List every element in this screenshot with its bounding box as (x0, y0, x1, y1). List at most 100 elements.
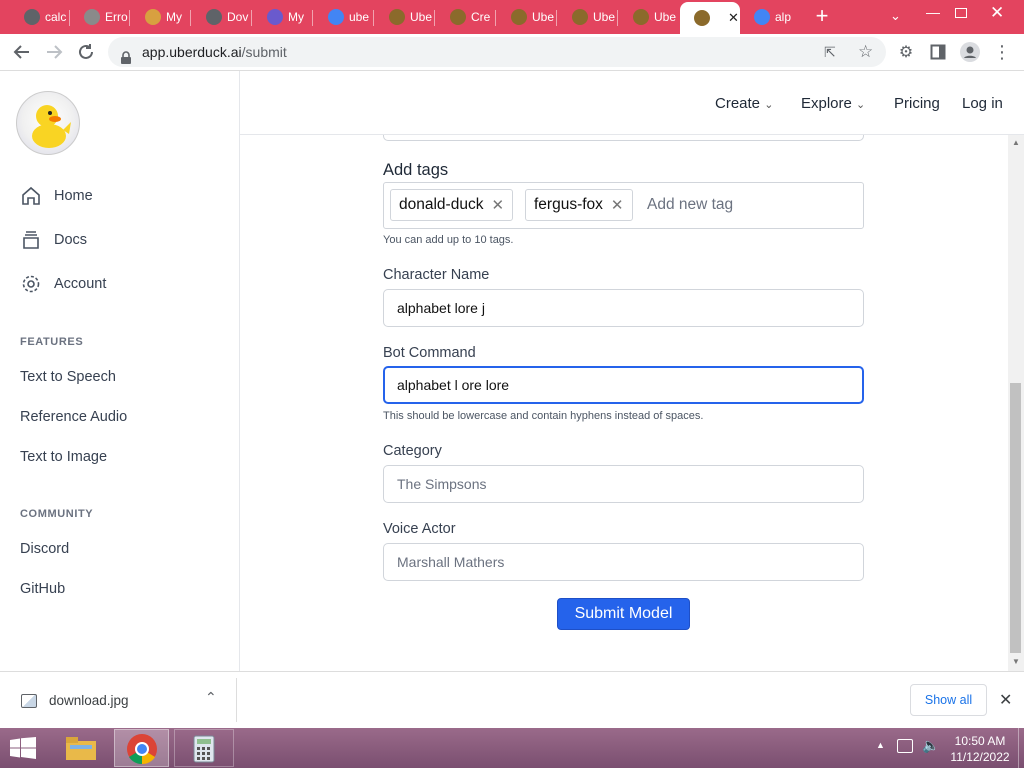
tab-favicon-icon (511, 9, 527, 25)
share-icon[interactable]: ⇱ (824, 37, 836, 67)
minimize-button[interactable]: — (926, 4, 940, 20)
nav-create[interactable]: Create ⌄ (715, 95, 773, 112)
sidebar-item-label: Home (54, 188, 93, 204)
tab-separator (556, 10, 557, 26)
close-icon[interactable]: ✕ (491, 196, 504, 214)
bot-command-hint: This should be lowercase and contain hyp… (383, 410, 704, 422)
tab-label: alp (775, 10, 792, 24)
tab-separator (495, 10, 496, 26)
sidebar-item-reference-audio[interactable]: Reference Audio (20, 409, 127, 425)
taskbar-clock[interactable]: 10:50 AM 11/12/2022 (950, 733, 1010, 765)
browser-tab[interactable]: Ube (558, 4, 616, 30)
address-bar[interactable]: app.uberduck.ai/submit ⇱ ☆ (108, 37, 886, 67)
close-tab-icon[interactable]: ✕ (728, 10, 739, 26)
browser-tab[interactable]: My (253, 4, 311, 30)
sidebar-item-label: Account (54, 276, 107, 292)
sidebar-item-github[interactable]: GitHub (20, 581, 65, 597)
close-downloads-icon[interactable]: ✕ (999, 690, 1012, 710)
tab-label: Ube (654, 10, 677, 24)
reload-icon[interactable] (76, 42, 96, 62)
chevron-down-icon: ⌄ (764, 99, 774, 111)
nav-pricing[interactable]: Pricing (894, 95, 940, 112)
browser-tab[interactable]: calc (10, 4, 68, 30)
nav-login[interactable]: Log in (962, 95, 1003, 112)
chrome-taskbar-icon[interactable] (114, 729, 169, 767)
gear-icon (22, 275, 40, 293)
tab-favicon-icon (84, 9, 100, 25)
tag-input-placeholder[interactable]: Add new tag (647, 196, 733, 214)
submit-form: Add tags donald-duck ✕ fergus-fox ✕ Add … (240, 135, 1008, 671)
browser-tab[interactable]: Ube (375, 4, 433, 30)
restore-button[interactable] (955, 8, 967, 18)
browser-tab[interactable]: My (131, 4, 189, 30)
sidebar-item-discord[interactable]: Discord (20, 541, 69, 557)
browser-tab[interactable]: Ube (619, 4, 677, 30)
scroll-down-arrow-icon[interactable]: ▼ (1012, 657, 1020, 666)
bot-command-input[interactable]: alphabet l ore lore (383, 366, 864, 404)
sidebar-item-account[interactable]: Account (20, 273, 106, 295)
new-tab-button[interactable]: + (812, 5, 832, 27)
browser-tab[interactable]: Erro (70, 4, 128, 30)
community-heading: COMMUNITY (20, 508, 94, 520)
tags-hint: You can add up to 10 tags. (383, 234, 514, 246)
tab-favicon-icon (389, 9, 405, 25)
tray-chevron-up-icon[interactable]: ▲ (876, 740, 885, 750)
taskbar-date: 11/12/2022 (950, 750, 1010, 764)
tag-chip-label: donald-duck (399, 196, 484, 213)
sidebar-item-docs[interactable]: Docs (20, 229, 87, 251)
tab-separator (434, 10, 435, 26)
tags-input[interactable]: donald-duck ✕ fergus-fox ✕ Add new tag (383, 182, 864, 229)
browser-tab[interactable]: alp (740, 4, 798, 30)
page-scrollbar[interactable]: ▲ ▼ (1008, 135, 1024, 671)
tab-favicon-icon (328, 9, 344, 25)
tab-favicon-icon (145, 9, 161, 25)
network-icon[interactable] (897, 739, 913, 753)
chevron-up-icon[interactable]: ⌃ (205, 689, 217, 706)
tab-separator (190, 10, 191, 26)
calculator-taskbar-icon[interactable] (174, 729, 234, 767)
scrollbar-thumb[interactable] (1010, 383, 1021, 653)
uberduck-logo[interactable] (16, 91, 80, 155)
browser-tab[interactable]: Dov (192, 4, 250, 30)
browser-tab[interactable]: Ube (497, 4, 555, 30)
close-window-button[interactable]: ✕ (990, 3, 1004, 23)
profile-avatar-icon[interactable] (960, 42, 980, 62)
tab-label: Ube (410, 10, 433, 24)
forward-icon[interactable] (44, 42, 64, 62)
windows-start-icon[interactable] (9, 737, 37, 759)
sidebar-item-text-to-image[interactable]: Text to Image (20, 449, 107, 465)
extensions-icon[interactable]: ⚙ (896, 42, 916, 62)
show-desktop-button[interactable] (1018, 728, 1024, 768)
close-icon[interactable]: ✕ (611, 196, 624, 214)
tab-favicon-icon (572, 9, 588, 25)
show-all-button[interactable]: Show all (910, 684, 987, 716)
downloads-divider (236, 678, 237, 722)
browser-tab[interactable]: Cre (436, 4, 494, 30)
nav-explore[interactable]: Explore ⌄ (801, 95, 865, 112)
character-name-input[interactable]: alphabet lore j (383, 289, 864, 327)
download-filename[interactable]: download.jpg (49, 693, 129, 708)
side-panel-icon[interactable] (928, 42, 948, 62)
scroll-up-arrow-icon[interactable]: ▲ (1012, 138, 1020, 147)
sidebar-item-text-to-speech[interactable]: Text to Speech (20, 369, 116, 385)
voice-actor-input[interactable]: Marshall Mathers (383, 543, 864, 581)
image-file-icon (21, 694, 37, 708)
tab-separator (312, 10, 313, 26)
tab-search-icon[interactable]: ⌄ (890, 8, 901, 24)
browser-menu-icon[interactable]: ⋮ (992, 42, 1012, 62)
downloads-bar: download.jpg ⌃ Show all ✕ (0, 671, 1024, 728)
bookmark-star-icon[interactable]: ☆ (858, 37, 873, 67)
tab-label: Ube (593, 10, 616, 24)
tab-label: My (288, 10, 304, 24)
browser-tab[interactable]: ✕ (680, 2, 740, 34)
tab-separator (129, 10, 130, 26)
back-icon[interactable] (12, 42, 32, 62)
tab-favicon-icon (633, 9, 649, 25)
file-explorer-icon[interactable] (64, 734, 98, 762)
sidebar-item-home[interactable]: Home (20, 185, 93, 207)
taskbar-time: 10:50 AM (954, 734, 1006, 748)
volume-icon[interactable]: 🔈 (922, 737, 939, 754)
category-input[interactable]: The Simpsons (383, 465, 864, 503)
browser-tab[interactable]: ube (314, 4, 372, 30)
submit-model-button[interactable]: Submit Model (557, 598, 690, 630)
